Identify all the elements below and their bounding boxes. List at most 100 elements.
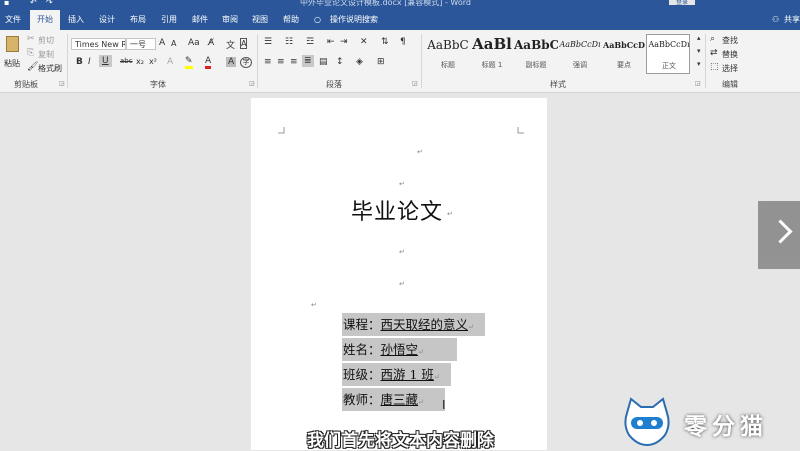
share-button[interactable]: 共享 [784, 10, 800, 30]
highlight-icon[interactable]: ✎ [185, 56, 193, 69]
undo-icon[interactable]: ↶ [30, 0, 37, 7]
crop-mark [278, 127, 285, 134]
video-subtitle: 我们首先将文本内容删除 [307, 431, 494, 451]
bold-button[interactable]: B [76, 57, 83, 67]
style-strong[interactable]: AaBbCcD 要点 [602, 34, 646, 74]
borders-icon[interactable]: ⊞ [377, 57, 385, 67]
course-value: 西天取经的意义 [380, 317, 469, 332]
tell-me-search[interactable]: 操作说明搜索 [330, 10, 378, 30]
decrease-indent-icon[interactable]: ⇤ [327, 37, 335, 47]
align-left-icon[interactable]: ≡ [264, 57, 272, 67]
superscript-button[interactable]: x² [149, 57, 157, 66]
dialog-launcher-icon[interactable]: ◲ [695, 80, 701, 87]
next-button[interactable] [758, 201, 800, 269]
subscript-button[interactable]: x₂ [136, 57, 144, 66]
tab-references[interactable]: 引用 [161, 10, 177, 30]
dialog-launcher-icon[interactable]: ◲ [412, 80, 418, 87]
redo-icon[interactable]: ↷ [46, 0, 53, 7]
cat-logo-icon [624, 397, 670, 447]
change-case-icon[interactable]: Aa [188, 38, 200, 48]
style-subtitle[interactable]: AaBbC 副标题 [514, 34, 558, 74]
style-normal[interactable]: AaBbCcDı 正文 [646, 34, 690, 74]
document-page[interactable]: ↵ ↵ 毕业论文 ↵ ↵ ↵ ↵ 课程：西天取经的意义↵ 姓名：孙悟空↵ 班级：… [251, 98, 547, 450]
cut-button[interactable]: 剪切 [38, 35, 54, 46]
copy-icon: ⎘ [27, 48, 35, 58]
show-marks-icon[interactable]: ¶ [400, 37, 406, 47]
login-button[interactable]: 登录 [669, 0, 695, 5]
paragraph-group-label: 段落 [326, 80, 342, 89]
style-name: 强调 [573, 61, 587, 69]
phonetic-guide-icon[interactable]: 文 [226, 38, 235, 51]
group-divider [705, 34, 706, 88]
underline-button[interactable]: U [99, 55, 112, 67]
more-styles-icon[interactable]: ▾ [697, 60, 701, 68]
tab-review[interactable]: 审阅 [222, 10, 238, 30]
scroll-up-icon[interactable]: ▴ [697, 34, 701, 42]
char-shading-icon[interactable]: A [226, 57, 237, 67]
tab-design[interactable]: 设计 [99, 10, 115, 30]
enclose-char-icon[interactable]: 字 [240, 57, 252, 68]
grow-font-icon[interactable]: A [159, 38, 165, 48]
ribbon-tabs: 文件 开始 插入 设计 布局 引用 邮件 审阅 视图 帮助 ○ 操作说明搜索 ⚇… [0, 10, 800, 30]
paragraph-mark: ↵ [433, 373, 440, 381]
course-row[interactable]: 课程：西天取经的意义↵ [342, 313, 485, 336]
group-divider [257, 34, 258, 88]
teacher-label: 教师： [343, 392, 381, 407]
dialog-launcher-icon[interactable]: ◲ [249, 80, 255, 87]
asian-layout-icon[interactable]: ✕ [360, 37, 368, 47]
clear-format-icon[interactable]: A̸ [208, 38, 214, 48]
replace-button[interactable]: 替换 [722, 49, 738, 60]
shrink-font-icon[interactable]: A [171, 39, 176, 48]
font-color-icon[interactable]: A [205, 56, 212, 69]
format-painter-icon: 🖌 [27, 62, 39, 72]
styles-gallery: AaBbC 标题 AaBl 标题 1 AaBbC 副标题 AaBbCcDı 强调… [426, 34, 694, 74]
justify-icon[interactable]: ≣ [302, 55, 314, 67]
style-sample: AaBbCcD [603, 40, 645, 50]
bullets-icon[interactable]: ☰ [264, 37, 272, 47]
tab-file[interactable]: 文件 [5, 10, 21, 30]
multilevel-list-icon[interactable]: ☲ [306, 37, 314, 47]
text-effects-icon[interactable]: A [167, 57, 173, 67]
shading-icon[interactable]: ◈ [356, 57, 363, 67]
font-size-box[interactable]: 一号 [126, 38, 156, 50]
editing-group-label: 编辑 [722, 80, 738, 89]
align-center-icon[interactable]: ≡ [277, 57, 285, 67]
paragraph-mark: ↵ [418, 398, 424, 406]
align-right-icon[interactable]: ≡ [290, 57, 298, 67]
increase-indent-icon[interactable]: ⇥ [340, 37, 348, 47]
dialog-launcher-icon[interactable]: ◲ [59, 80, 65, 87]
paste-button[interactable]: 粘贴 [3, 34, 23, 72]
teacher-row[interactable]: 教师：唐三藏↵ [342, 388, 445, 411]
class-row[interactable]: 班级：西游 1 班↵ [342, 363, 451, 386]
style-emphasis[interactable]: AaBbCcDı 强调 [558, 34, 602, 74]
group-divider [67, 34, 68, 88]
distributed-icon[interactable]: ▤ [319, 57, 328, 67]
select-icon: ⬚ [710, 62, 719, 72]
strikethrough-button[interactable]: abc [120, 57, 133, 65]
style-name: 副标题 [525, 61, 547, 69]
paragraph-mark: ↵ [399, 280, 405, 288]
style-heading-1[interactable]: AaBl 标题 1 [470, 34, 514, 74]
format-painter-button[interactable]: 格式刷 [38, 63, 62, 74]
style-title[interactable]: AaBbC 标题 [426, 34, 470, 74]
italic-button[interactable]: I [88, 57, 91, 67]
tab-view[interactable]: 视图 [252, 10, 268, 30]
char-border-icon[interactable]: A [240, 38, 248, 49]
font-name-box[interactable]: Times New R [71, 38, 126, 50]
tab-mailings[interactable]: 邮件 [192, 10, 208, 30]
find-button[interactable]: 查找 [722, 35, 738, 46]
select-button[interactable]: 选择 [722, 63, 738, 74]
numbering-icon[interactable]: ☷ [285, 37, 293, 47]
paste-icon [6, 36, 19, 52]
copy-button[interactable]: 复制 [38, 49, 54, 60]
tab-insert[interactable]: 插入 [68, 10, 84, 30]
line-spacing-icon[interactable]: ↕ [336, 57, 344, 67]
save-icon[interactable]: ▪ [4, 0, 9, 7]
tab-home[interactable]: 开始 [30, 10, 60, 30]
tab-help[interactable]: 帮助 [283, 10, 299, 30]
document-title[interactable]: 毕业论文 [351, 194, 443, 226]
scroll-down-icon[interactable]: ▾ [697, 47, 701, 55]
sort-icon[interactable]: ⇅ [381, 37, 389, 47]
name-row[interactable]: 姓名：孙悟空↵ [342, 338, 457, 361]
tab-layout[interactable]: 布局 [130, 10, 146, 30]
